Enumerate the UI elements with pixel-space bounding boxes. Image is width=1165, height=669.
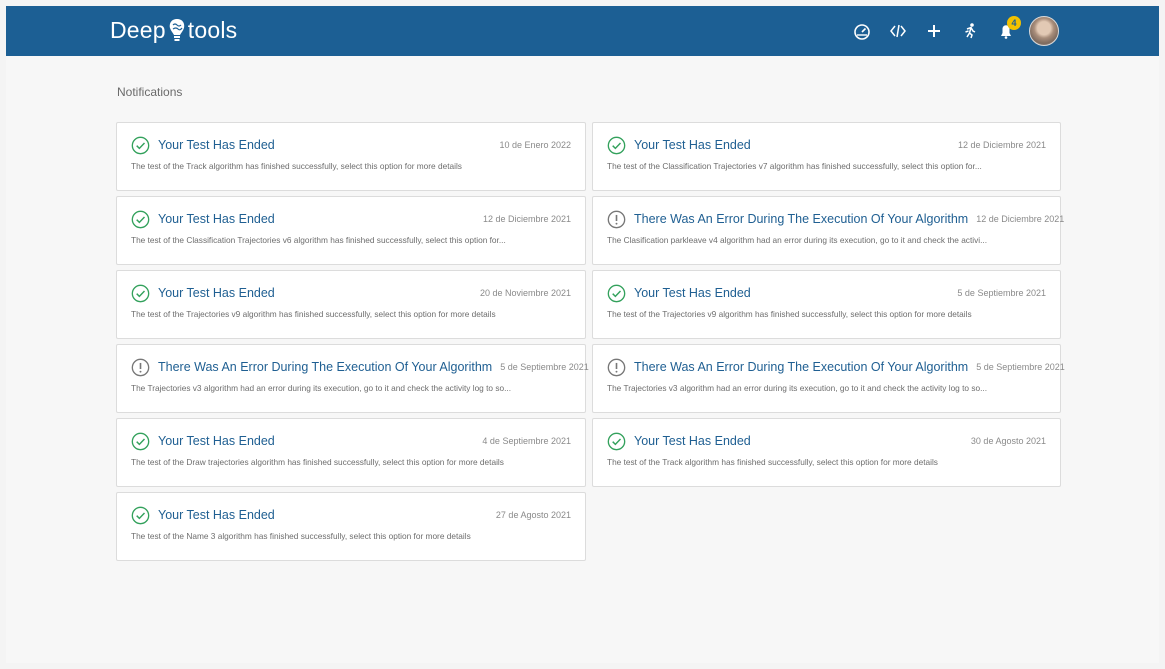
notification-title: Your Test Has Ended [158,434,275,448]
code-icon[interactable] [885,18,911,44]
notification-header: Your Test Has Ended 10 de Enero 2022 [131,135,571,155]
notification-description: The test of the Track algorithm has fini… [607,457,938,467]
notification-card-3[interactable]: Your Test Has Ended 12 de Diciembre 2021… [116,196,586,265]
notification-date: 10 de Enero 2022 [499,140,571,150]
notification-header: Your Test Has Ended 4 de Septiembre 2021 [131,431,571,451]
notification-header: Your Test Has Ended 5 de Septiembre 2021 [607,283,1046,303]
notification-title: Your Test Has Ended [634,286,751,300]
dashboard-icon[interactable] [849,18,875,44]
user-avatar[interactable] [1029,16,1059,46]
check-circle-icon [607,284,626,303]
notification-date: 4 de Septiembre 2021 [482,436,571,446]
add-icon[interactable] [921,18,947,44]
notification-card-5[interactable]: Your Test Has Ended 20 de Noviembre 2021… [116,270,586,339]
run-icon[interactable] [957,18,983,44]
notification-date: 12 de Diciembre 2021 [957,140,1046,150]
notification-description: The Trajectories v3 algorithm had an err… [607,383,988,393]
notification-title: Your Test Has Ended [158,212,275,226]
notification-title: Your Test Has Ended [158,138,275,152]
notification-description: The test of the Name 3 algorithm has fin… [131,531,471,541]
notification-card-8[interactable]: There Was An Error During The Execution … [592,344,1065,413]
deeptools-logo[interactable]: Deep tools [110,16,237,44]
notification-header: Your Test Has Ended 12 de Diciembre 2021 [607,135,1046,155]
notification-header: There Was An Error During The Execution … [607,357,1065,377]
notification-title: Your Test Has Ended [634,138,751,152]
notification-title: There Was An Error During The Execution … [158,360,493,374]
notification-description: The test of the Draw trajectories algori… [131,457,504,467]
notification-header: Your Test Has Ended 12 de Diciembre 2021 [131,209,571,229]
notification-count-badge: 4 [1007,16,1021,30]
error-icon [607,358,626,377]
notification-header: Your Test Has Ended 20 de Noviembre 2021 [131,283,571,303]
notification-title: There Was An Error During The Execution … [634,212,969,226]
notifications-grid: Your Test Has Ended 10 de Enero 2022 The… [116,122,1065,561]
notification-description: The test of the Trajectories v9 algorith… [131,309,496,319]
notification-card-6[interactable]: Your Test Has Ended 5 de Septiembre 2021… [592,270,1061,339]
notification-date: 27 de Agosto 2021 [495,510,571,520]
check-circle-icon [131,432,150,451]
notification-description: The test of the Track algorithm has fini… [131,161,462,171]
check-circle-icon [131,210,150,229]
notification-header: There Was An Error During The Execution … [131,357,589,377]
notification-date: 5 de Septiembre 2021 [976,362,1065,372]
header-actions: 4 [839,13,1059,49]
notification-header: Your Test Has Ended 30 de Agosto 2021 [607,431,1046,451]
check-circle-icon [131,136,150,155]
notification-card-11[interactable]: Your Test Has Ended 27 de Agosto 2021 Th… [116,492,586,561]
notification-description: The Trajectories v3 algorithm had an err… [131,383,512,393]
notification-title: Your Test Has Ended [634,434,751,448]
notification-description: The test of the Classification Trajector… [131,235,506,245]
page-title: Notifications [117,85,183,99]
notification-card-7[interactable]: There Was An Error During The Execution … [116,344,589,413]
notification-card-9[interactable]: Your Test Has Ended 4 de Septiembre 2021… [116,418,586,487]
notification-card-2[interactable]: Your Test Has Ended 12 de Diciembre 2021… [592,122,1061,191]
logo-text-left: Deep [110,16,166,43]
notifications-bell-icon[interactable]: 4 [993,16,1021,44]
notification-date: 5 de Septiembre 2021 [957,288,1046,298]
notification-date: 30 de Agosto 2021 [970,436,1046,446]
app-frame: Deep tools 4 Notifications Your Test Has… [6,6,1159,663]
top-bar: Deep tools 4 [6,6,1159,56]
check-circle-icon [131,284,150,303]
error-icon [131,358,150,377]
notification-date: 5 de Septiembre 2021 [500,362,589,372]
notification-header: There Was An Error During The Execution … [607,209,1064,229]
check-circle-icon [131,506,150,525]
notification-header: Your Test Has Ended 27 de Agosto 2021 [131,505,571,525]
notification-title: Your Test Has Ended [158,508,275,522]
notification-title: There Was An Error During The Execution … [634,360,969,374]
notification-description: The Clasification parkleave v4 algorithm… [607,235,988,245]
notification-card-10[interactable]: Your Test Has Ended 30 de Agosto 2021 Th… [592,418,1061,487]
notification-title: Your Test Has Ended [158,286,275,300]
notification-date: 12 de Diciembre 2021 [976,214,1065,224]
notification-description: The test of the Trajectories v9 algorith… [607,309,972,319]
notification-description: The test of the Classification Trajector… [607,161,982,171]
check-circle-icon [607,136,626,155]
check-circle-icon [607,432,626,451]
brain-bulb-icon [167,16,187,44]
notification-date: 20 de Noviembre 2021 [479,288,571,298]
notification-card-4[interactable]: There Was An Error During The Execution … [592,196,1064,265]
logo-text-right: tools [187,16,238,43]
notification-date: 12 de Diciembre 2021 [482,214,571,224]
notification-card-1[interactable]: Your Test Has Ended 10 de Enero 2022 The… [116,122,586,191]
error-icon [607,210,626,229]
